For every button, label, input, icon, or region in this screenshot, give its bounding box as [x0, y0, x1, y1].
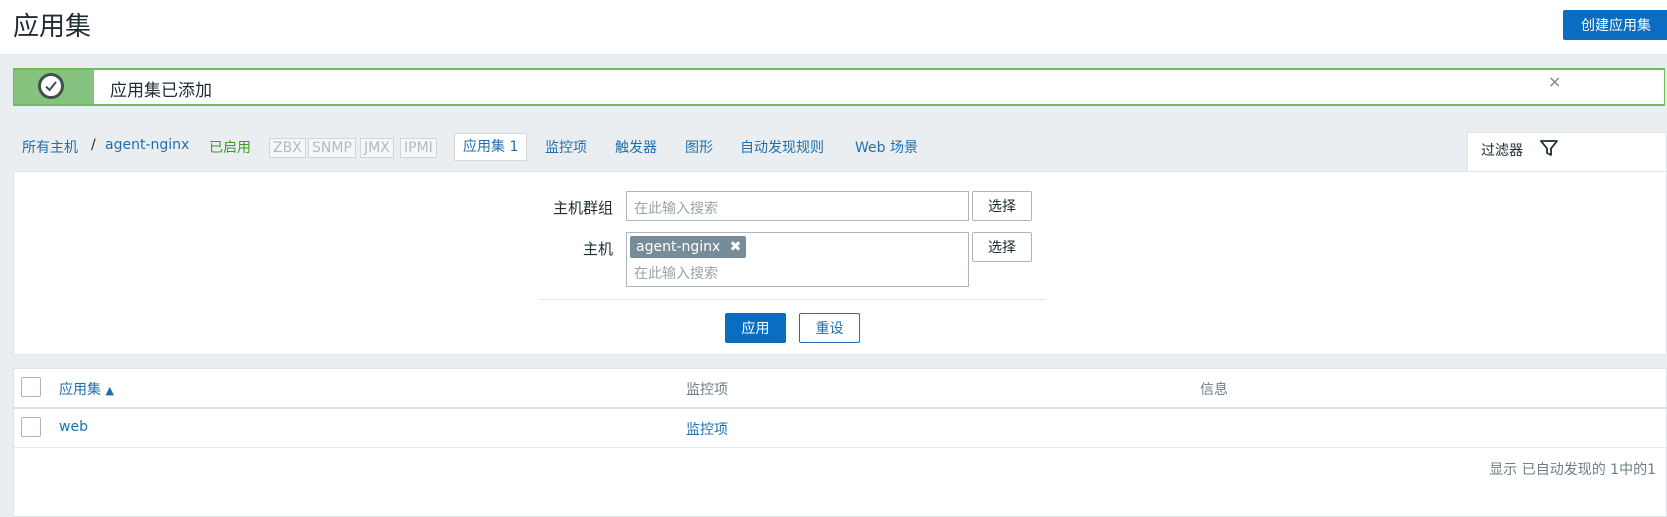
host-group-label: 主机群组	[552, 199, 613, 217]
create-application-button[interactable]: 创建应用集	[1563, 10, 1667, 40]
applications-table: 应用集 ▲ 监控项 信息 web 监控项 显示 已自动发现的 1中的1	[13, 368, 1667, 517]
protocol-ipmi-badge: IPMI	[400, 138, 437, 158]
check-circle-icon	[38, 73, 64, 99]
column-application-label[interactable]: 应用集	[59, 382, 101, 398]
tab-applications[interactable]: 应用集 1	[454, 133, 528, 161]
host-group-select-button[interactable]: 选择	[972, 191, 1032, 221]
remove-chip-icon[interactable]: ✖	[730, 236, 742, 258]
page-header: 应用集 创建应用集	[0, 0, 1667, 55]
column-application[interactable]: 应用集 ▲	[59, 379, 114, 399]
table-row: web 监控项	[14, 409, 1666, 448]
protocol-snmp-badge: SNMP	[308, 138, 356, 158]
filter-tab[interactable]: 过滤器	[1467, 132, 1667, 171]
tab-items[interactable]: 监控项	[545, 137, 587, 157]
host-group-placeholder: 在此输入搜索	[634, 201, 718, 217]
filter-panel: 主机群组 在此输入搜索 选择 主机 agent-nginx ✖ 在此输入搜索 选…	[13, 171, 1667, 355]
column-info: 信息	[1200, 382, 1228, 398]
host-placeholder: 在此输入搜索	[634, 266, 718, 282]
filter-tab-label: 过滤器	[1481, 143, 1523, 159]
tab-graphs[interactable]: 图形	[685, 137, 713, 157]
page-title: 应用集	[13, 12, 92, 42]
protocol-zbx-badge: ZBX	[269, 138, 306, 158]
apply-button[interactable]: 应用	[725, 313, 786, 343]
select-all-checkbox[interactable]	[21, 377, 41, 397]
close-icon[interactable]: ×	[1548, 72, 1561, 91]
message-text: 应用集已添加	[110, 81, 212, 101]
host-label: 主机	[582, 240, 613, 258]
table-header: 应用集 ▲ 监控项 信息	[14, 369, 1666, 409]
breadcrumb-all-hosts[interactable]: 所有主机	[22, 137, 78, 157]
tab-triggers[interactable]: 触发器	[615, 137, 657, 157]
table-summary: 显示 已自动发现的 1中的1	[1489, 462, 1656, 478]
message-icon-box	[14, 70, 94, 104]
host-select-button[interactable]: 选择	[972, 232, 1032, 262]
host-status-enabled: 已启用	[209, 140, 251, 156]
host-chip: agent-nginx ✖	[630, 236, 747, 258]
host-input[interactable]: agent-nginx ✖ 在此输入搜索	[626, 232, 969, 287]
success-message: 应用集已添加 ×	[13, 68, 1665, 106]
breadcrumb-host[interactable]: agent-nginx	[105, 137, 189, 153]
column-items: 监控项	[686, 382, 728, 398]
protocol-jmx-badge: JMX	[360, 138, 394, 158]
sort-asc-icon: ▲	[105, 384, 114, 397]
application-link[interactable]: web	[59, 419, 88, 435]
row-checkbox[interactable]	[21, 417, 41, 437]
tab-discovery-rules[interactable]: 自动发现规则	[740, 137, 824, 157]
filter-divider	[540, 299, 1045, 300]
items-link[interactable]: 监控项	[686, 419, 728, 439]
filter-icon	[1540, 139, 1558, 161]
breadcrumb-separator: /	[91, 137, 96, 153]
host-chip-label: agent-nginx	[636, 239, 721, 255]
tab-web-scenarios[interactable]: Web 场景	[855, 137, 918, 157]
reset-button[interactable]: 重设	[799, 313, 860, 343]
host-group-input[interactable]: 在此输入搜索	[626, 191, 969, 221]
